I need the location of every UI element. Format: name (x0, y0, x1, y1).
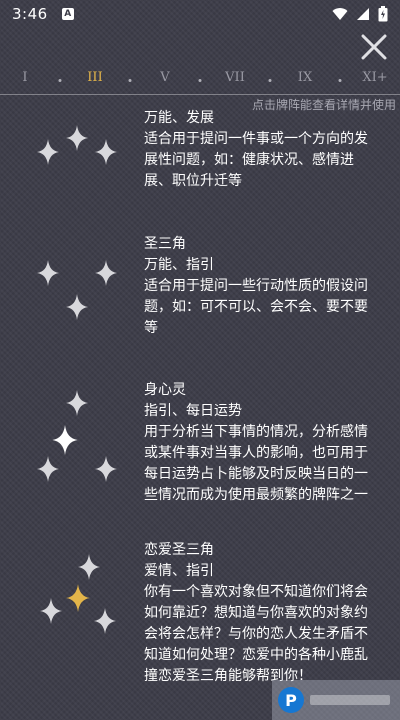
status-time: 3:46 (12, 5, 48, 23)
spread-desc-line: 些情况而成为使用最频繁的牌阵之一 (144, 487, 368, 503)
nav-dot (128, 79, 132, 82)
spread-desc-line: 等 (144, 320, 158, 336)
spread-tags: 爱情、指引 (144, 563, 214, 579)
spread-desc-line: 每日运势占卜能够及时反映当日的一 (144, 466, 368, 482)
close-button[interactable] (360, 33, 388, 61)
nav-dot (268, 79, 272, 82)
card-star-icon (95, 456, 117, 482)
spread-card-love-triangle[interactable]: 恋爱圣三角 爱情、指引 你有一个喜欢对象但不知道你们将会 如何靠近？想知道与你喜… (0, 540, 400, 684)
signal-icon (357, 8, 369, 20)
card-star-icon (66, 390, 88, 416)
card-star-icon (37, 139, 59, 165)
card-star-accent-icon (66, 584, 90, 612)
nav-tab-v[interactable]: V (160, 70, 169, 85)
nav-divider (0, 94, 400, 95)
card-star-icon (40, 598, 62, 624)
nav-tab-xi-plus[interactable]: XI+ (362, 70, 387, 85)
spread-card-holy-triangle[interactable]: 圣三角 万能、指引 适合用于提问一些行动性质的假设问 题，如：可不可以、会不会、… (0, 234, 400, 344)
watermark: P (272, 680, 400, 720)
battery-icon (378, 6, 388, 22)
spread-desc-line: 适合用于提问一件事或一个方向的发 (144, 131, 368, 147)
card-star-icon (95, 260, 117, 286)
spread-desc-line: 适合用于提问一些行动性质的假设问 (144, 278, 368, 294)
spread-title: 万能、发展 (144, 110, 214, 126)
nav-tab-ix[interactable]: IX (298, 70, 312, 85)
spread-title: 圣三角 (144, 236, 186, 252)
spread-desc-line: 知道如何处理？恋爱中的各种小鹿乱 (144, 647, 368, 663)
nav-tab-iii[interactable]: III (87, 70, 102, 85)
spread-description: 万能、发展 适合用于提问一件事或一个方向的发 展性问题，如：健康状况、感情进 展… (144, 108, 384, 192)
card-star-icon (95, 139, 117, 165)
spread-nav: I III V VII IX XI+ (0, 70, 400, 92)
watermark-logo-icon: P (278, 687, 304, 713)
spread-desc-line: 会将会怎样？与你的恋人发生矛盾不 (144, 626, 368, 642)
spread-tags: 指引、每日运势 (144, 403, 242, 419)
nav-dot (198, 79, 202, 82)
spread-title: 身心灵 (144, 382, 186, 398)
card-star-icon (66, 294, 88, 320)
nav-tab-i[interactable]: I (22, 70, 27, 85)
spread-desc-line: 你有一个喜欢对象但不知道你们将会 (144, 584, 368, 600)
wifi-icon (332, 8, 348, 20)
nav-dot (338, 79, 342, 82)
card-star-icon (66, 125, 88, 151)
card-star-icon (37, 260, 59, 286)
close-icon (361, 34, 387, 60)
status-bar: 3:46 A (0, 0, 400, 28)
watermark-text (310, 695, 390, 705)
spread-description: 圣三角 万能、指引 适合用于提问一些行动性质的假设问 题，如：可不可以、会不会、… (144, 234, 384, 339)
spread-star-layout (0, 234, 140, 354)
spread-tags: 万能、指引 (144, 257, 214, 273)
spread-star-layout (0, 540, 140, 680)
spread-desc-line: 展性问题，如：健康状况、感情进 (144, 152, 354, 168)
spread-title: 恋爱圣三角 (144, 542, 214, 558)
card-star-highlight-icon (52, 425, 78, 455)
spread-desc-line: 用于分析当下事情的情况，分析感情 (144, 424, 368, 440)
card-star-icon (94, 608, 116, 634)
spread-card-body-mind-spirit[interactable]: 身心灵 指引、每日运势 用于分析当下事情的情况，分析感情 或某件事对当事人的影响… (0, 380, 400, 520)
card-star-icon (37, 456, 59, 482)
nav-dot (58, 79, 62, 82)
card-star-icon (78, 554, 100, 580)
notification-icon: A (61, 8, 74, 20)
spread-card-development[interactable]: 万能、发展 适合用于提问一件事或一个方向的发 展性问题，如：健康状况、感情进 展… (0, 108, 400, 208)
spread-desc-line: 如何靠近？想知道与你喜欢的对象约 (144, 605, 368, 621)
nav-tab-vii[interactable]: VII (225, 70, 245, 85)
spread-star-layout (0, 108, 140, 228)
spread-desc-line: 展、职位升迁等 (144, 173, 242, 189)
spread-desc-line: 题，如：可不可以、会不会、要不要 (144, 299, 368, 315)
spread-star-layout (0, 380, 140, 520)
spread-desc-line: 或某件事对当事人的影响，也可用于 (144, 445, 368, 461)
spread-description: 恋爱圣三角 爱情、指引 你有一个喜欢对象但不知道你们将会 如何靠近？想知道与你喜… (144, 540, 384, 687)
spread-description: 身心灵 指引、每日运势 用于分析当下事情的情况，分析感情 或某件事对当事人的影响… (144, 380, 384, 506)
